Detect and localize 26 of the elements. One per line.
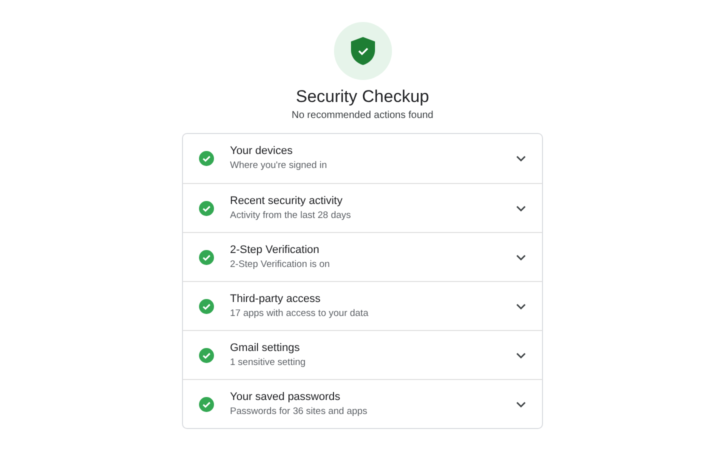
row-title: Your devices [230,144,294,159]
page-title: Security Checkup [296,86,430,108]
checkup-row[interactable]: Your saved passwords Passwords for 36 sites and apps [183,379,542,428]
checkup-row[interactable]: Gmail settings 1 sensitive setting [183,330,542,379]
row-detail: Passwords for 36 sites and apps [230,404,368,418]
chevron-icon[interactable] [516,204,526,212]
row-title: Gmail settings [230,340,301,356]
row-title: Third-party access [230,292,322,306]
chevron-icon[interactable] [516,155,526,162]
page-subtitle: No recommended actions found [292,109,434,123]
row-detail: 17 apps with access to your data [230,306,370,320]
row-detail: 1 sensitive setting [230,356,307,370]
chevron-icon[interactable] [516,254,526,260]
row-title: 2-Step Verification [230,242,320,258]
row-detail: 2-Step Verification is on [230,258,331,272]
row-title: Recent security activity [230,194,344,208]
checkup-row[interactable]: Third-party access 17 apps with access to your data [183,281,542,330]
chevron-icon[interactable] [516,400,526,408]
row-detail: Where you're signed in [230,159,328,173]
row-detail: Activity from the last 28 days [230,208,352,222]
checkup-row[interactable]: Recent security activity Activity from the last 28 days [183,183,542,232]
chevron-icon[interactable] [516,352,526,358]
checkup-row[interactable]: 2-Step Verification 2-Step Verification is on [183,232,542,281]
chevron-icon[interactable] [516,302,526,310]
row-title: Your saved passwords [230,390,342,404]
checkup-row[interactable]: Your devices Where you're signed in [183,134,542,183]
